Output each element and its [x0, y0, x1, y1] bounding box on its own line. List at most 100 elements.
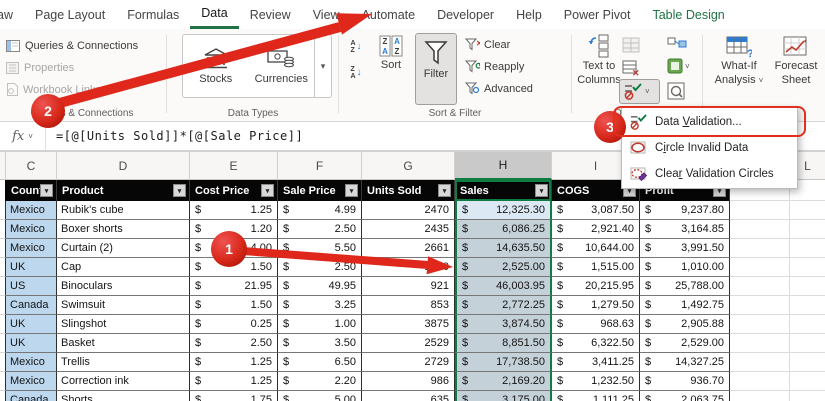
cost-price-cell[interactable]: $1.25	[190, 372, 278, 391]
tab-data[interactable]: Data	[190, 0, 239, 29]
grid-cell-k[interactable]	[730, 353, 790, 372]
cogs-cell[interactable]: $2,921.40	[552, 220, 640, 239]
sale-price-cell[interactable]: $49.95	[278, 277, 362, 296]
tab-automate[interactable]: Automate	[351, 0, 427, 29]
profit-cell[interactable]: $936.70	[640, 372, 730, 391]
units-sold-cell[interactable]: 1010	[362, 258, 455, 277]
sale-price-cell[interactable]: $2.50	[278, 220, 362, 239]
header-units-sold[interactable]: Units Sold ▾	[362, 180, 455, 201]
reapply-button[interactable]: ⟳ Reapply	[465, 60, 524, 73]
units-sold-cell[interactable]: 853	[362, 296, 455, 315]
grid-cell-l[interactable]	[790, 391, 825, 401]
product-cell[interactable]: Curtain (2)	[57, 239, 190, 258]
units-sold-cell[interactable]: 2661	[362, 239, 455, 258]
column-header-e[interactable]: E	[190, 152, 278, 180]
cost-price-cell[interactable]: $4.00	[190, 239, 278, 258]
profit-cell[interactable]: $9,237.80	[640, 201, 730, 220]
grid-cell-l[interactable]	[790, 372, 825, 391]
sale-price-cell[interactable]: $5.00	[278, 391, 362, 401]
country-cell[interactable]: Mexico	[6, 239, 57, 258]
country-cell[interactable]: Mexico	[6, 220, 57, 239]
remove-duplicates-icon[interactable]: ✕	[622, 60, 640, 76]
tab-draw-partial[interactable]: aw	[0, 0, 24, 29]
cost-price-cell[interactable]: $1.50	[190, 296, 278, 315]
relationships-button[interactable]: ˅	[667, 58, 690, 74]
sales-cell[interactable]: $2,525.00	[455, 258, 552, 277]
sales-cell[interactable]: $12,325.30	[455, 201, 552, 220]
filter-dropdown-icon[interactable]: ▾	[535, 184, 548, 197]
cogs-cell[interactable]: $3,087.50	[552, 201, 640, 220]
grid-cell-k[interactable]	[730, 220, 790, 239]
sort-button[interactable]: ZAAZ Sort	[371, 35, 411, 71]
tab-developer[interactable]: Developer	[426, 0, 505, 29]
sale-price-cell[interactable]: $5.50	[278, 239, 362, 258]
sales-cell[interactable]: $14,635.50	[455, 239, 552, 258]
profit-cell[interactable]: $3,991.50	[640, 239, 730, 258]
units-sold-cell[interactable]: 2529	[362, 334, 455, 353]
sale-price-cell[interactable]: $2.50	[278, 258, 362, 277]
profit-cell[interactable]: $2,529.00	[640, 334, 730, 353]
sales-cell[interactable]: $17,738.50	[455, 353, 552, 372]
profit-cell[interactable]: $2,063.75	[640, 391, 730, 401]
product-cell[interactable]: Boxer shorts	[57, 220, 190, 239]
country-cell[interactable]: Mexico	[6, 372, 57, 391]
filter-dropdown-icon[interactable]: ▾	[345, 184, 358, 197]
advanced-filter-button[interactable]: Advanced	[465, 82, 533, 95]
clear-filter-button[interactable]: ✕ Clear	[465, 38, 510, 51]
grid-cell-k[interactable]	[730, 239, 790, 258]
country-cell[interactable]: Mexico	[6, 201, 57, 220]
column-header-g[interactable]: G	[362, 152, 455, 180]
filter-dropdown-icon[interactable]: ▾	[173, 184, 186, 197]
units-sold-cell[interactable]: 3875	[362, 315, 455, 334]
grid-cell-l[interactable]	[790, 201, 825, 220]
country-cell[interactable]: UK	[6, 315, 57, 334]
header-country[interactable]: Country▾	[6, 180, 57, 201]
what-if-analysis-button[interactable]: ? What-If Analysis ˅	[712, 36, 766, 87]
cost-price-cell[interactable]: $0.25	[190, 315, 278, 334]
product-cell[interactable]: Cap	[57, 258, 190, 277]
product-cell[interactable]: Slingshot	[57, 315, 190, 334]
profit-cell[interactable]: $2,905.88	[640, 315, 730, 334]
cost-price-cell[interactable]: $1.25	[190, 353, 278, 372]
data-validation-button[interactable]: ˅	[619, 79, 660, 104]
profit-cell[interactable]: $25,788.00	[640, 277, 730, 296]
cogs-cell[interactable]: $1,111.25	[552, 391, 640, 401]
units-sold-cell[interactable]: 921	[362, 277, 455, 296]
cost-price-cell[interactable]: $1.20	[190, 220, 278, 239]
queries-connections-button[interactable]: Queries & Connections	[0, 36, 164, 55]
cogs-cell[interactable]: $968.63	[552, 315, 640, 334]
cogs-cell[interactable]: $1,515.00	[552, 258, 640, 277]
product-cell[interactable]: Rubik's cube	[57, 201, 190, 220]
units-sold-cell[interactable]: 2729	[362, 353, 455, 372]
tab-table-design[interactable]: Table Design	[641, 0, 735, 29]
product-cell[interactable]: Swimsuit	[57, 296, 190, 315]
product-cell[interactable]: Trellis	[57, 353, 190, 372]
formula-input[interactable]: =[@[Units Sold]]*[@[Sale Price]]	[46, 129, 303, 143]
grid-cell-k[interactable]	[730, 372, 790, 391]
column-header-c[interactable]: C	[6, 152, 57, 180]
cost-price-cell[interactable]: $1.75	[190, 391, 278, 401]
column-header-h[interactable]: H	[455, 152, 552, 180]
sale-price-cell[interactable]: $3.50	[278, 334, 362, 353]
cost-price-cell[interactable]: $1.50	[190, 258, 278, 277]
filter-dropdown-icon[interactable]: ▾	[438, 184, 451, 197]
sale-price-cell[interactable]: $3.25	[278, 296, 362, 315]
column-header-d[interactable]: D	[57, 152, 190, 180]
grid-cell-l[interactable]	[790, 258, 825, 277]
grid-cell-l[interactable]	[790, 220, 825, 239]
grid-cell-k[interactable]	[730, 277, 790, 296]
grid-cell-k[interactable]	[730, 334, 790, 353]
filter-dropdown-icon[interactable]: ▾	[40, 184, 53, 197]
grid-cell-l[interactable]	[790, 334, 825, 353]
profit-cell[interactable]: $14,327.25	[640, 353, 730, 372]
units-sold-cell[interactable]: 986	[362, 372, 455, 391]
tab-formulas[interactable]: Formulas	[116, 0, 190, 29]
flash-fill-icon[interactable]	[622, 37, 640, 53]
country-cell[interactable]: US	[6, 277, 57, 296]
grid-cell-l[interactable]	[790, 239, 825, 258]
country-cell[interactable]: UK	[6, 258, 57, 277]
sort-za-button[interactable]: Z A ↓	[347, 63, 365, 82]
sales-cell[interactable]: $2,772.25	[455, 296, 552, 315]
menu-item-circle-invalid-data[interactable]: Circle Invalid Data	[622, 135, 797, 161]
text-to-columns-button[interactable]: Text to Columns	[577, 34, 621, 86]
